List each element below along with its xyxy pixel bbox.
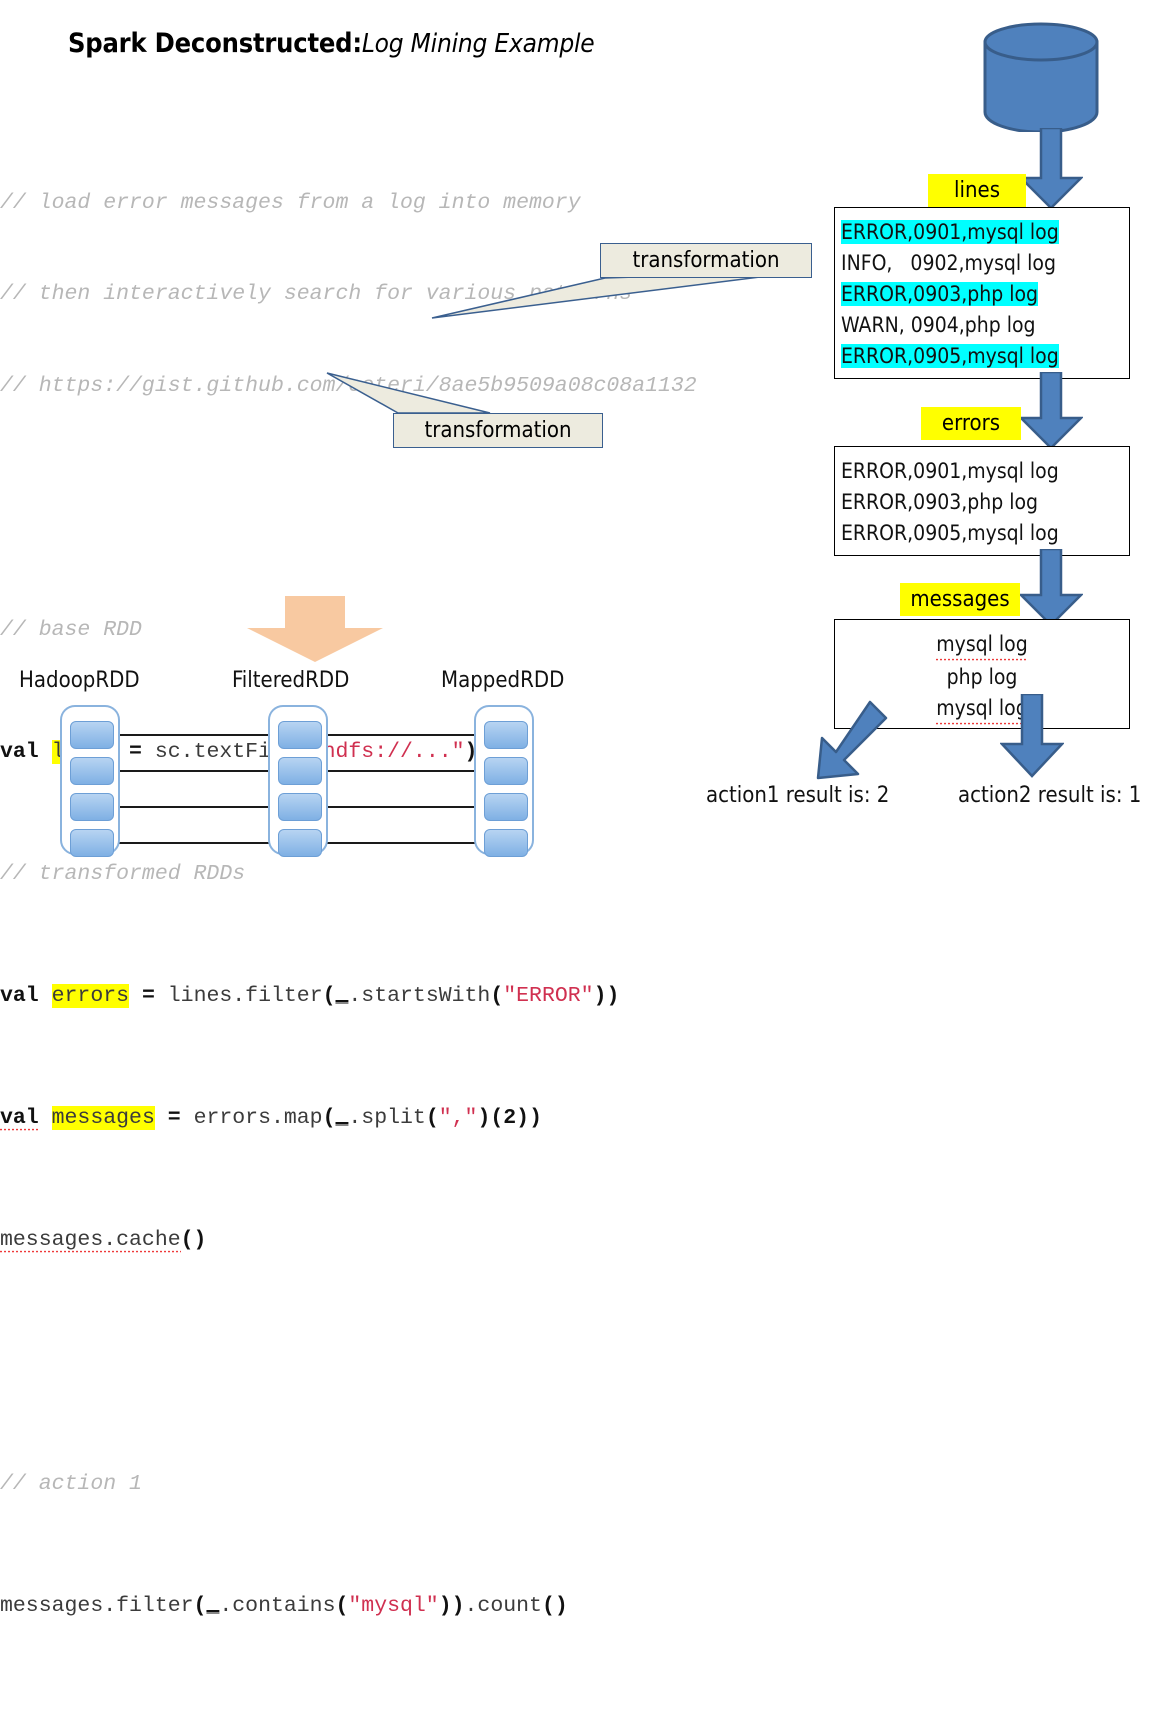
rdd-partition	[278, 829, 322, 857]
rdd-column-hadooprdd	[60, 705, 120, 855]
rdd-label-filteredrdd: FilteredRDD	[232, 668, 349, 693]
tag-lines: lines	[928, 174, 1026, 207]
databox-row: WARN, 0904,php log	[841, 310, 1129, 341]
arrow-lines-to-errors-icon	[1019, 372, 1083, 450]
rdd-label-hadooprdd: HadoopRDD	[19, 668, 140, 693]
databox-row: ERROR,0901,mysql log	[841, 456, 1129, 487]
code-block: // load error messages from a log into m…	[0, 96, 830, 1716]
slide-canvas: Spark Deconstructed:Log Mining Example /…	[0, 0, 1152, 858]
var-errors: errors	[52, 984, 129, 1008]
code-line-comment-base-rdd: // base RDD	[0, 615, 830, 646]
callout-transformation-1: transformation	[600, 243, 812, 278]
arrow-source-to-lines-icon	[1019, 128, 1083, 210]
databox-row: INFO, 0902,mysql log	[841, 248, 1129, 279]
callout-label-2: transformation	[424, 418, 571, 443]
code-line-comment-1: // load error messages from a log into m…	[0, 188, 830, 219]
code-line-val-messages: val messages = errors.map(_.split(",")(2…	[0, 1103, 830, 1134]
rdd-partition	[70, 757, 114, 785]
databox-row: ERROR,0905,mysql log	[841, 341, 1129, 372]
code-line-cache: messages.cache()	[0, 1225, 830, 1256]
rdd-partition	[484, 829, 528, 857]
databox-lines: ERROR,0901,mysql log INFO, 0902,mysql lo…	[834, 207, 1130, 379]
code-line-comment-2: // then interactively search for various…	[0, 279, 830, 310]
code-line-comment-3: // https://gist.github.com/ceteri/8ae5b9…	[0, 371, 830, 402]
callout-label-1: transformation	[632, 248, 779, 273]
code-line-comment-action1: // action 1	[0, 1469, 830, 1500]
databox-row: mysql log	[936, 629, 1027, 662]
tag-messages: messages	[900, 583, 1020, 616]
rdd-label-mappedrdd: MappedRDD	[441, 668, 564, 693]
callout-transformation-2: transformation	[393, 413, 603, 448]
arrow-messages-to-action2-icon	[1000, 694, 1064, 778]
keyword-val-2: val	[0, 984, 39, 1008]
rdd-column-filteredrdd	[268, 705, 328, 855]
rdd-partition	[484, 721, 528, 749]
rdd-partition	[484, 793, 528, 821]
page-title: Spark Deconstructed:Log Mining Example	[68, 28, 594, 59]
databox-row: php log	[835, 662, 1129, 693]
rdd-partition	[70, 721, 114, 749]
arrow-messages-to-action1-icon	[808, 700, 888, 782]
rdd-partition	[278, 721, 322, 749]
databox-row: ERROR,0903,php log	[841, 279, 1129, 310]
title-bold: Spark Deconstructed:	[68, 28, 362, 59]
title-italic: Log Mining Example	[362, 29, 595, 59]
action2-result-text: action2 result is: 1	[958, 783, 1141, 808]
rdd-lineage-diagram: HadoopRDD FilteredRDD MappedRDD	[0, 660, 600, 858]
code-line-blank-1	[0, 493, 830, 524]
rdd-partition	[278, 793, 322, 821]
rdd-column-mappedrdd	[474, 705, 534, 855]
code-line-blank-2	[0, 1347, 830, 1378]
rdd-partition	[484, 757, 528, 785]
keyword-val-3: val	[0, 1106, 39, 1132]
rdd-partition	[278, 757, 322, 785]
tag-errors: errors	[921, 407, 1021, 440]
code-line-comment-transformed: // transformed RDDs	[0, 859, 830, 890]
var-messages: messages	[52, 1106, 155, 1130]
code-line-blank-3	[0, 1713, 830, 1716]
code-line-val-errors: val errors = lines.filter(_.startsWith("…	[0, 981, 830, 1012]
action1-result-text: action1 result is: 2	[706, 783, 889, 808]
databox-errors: ERROR,0901,mysql log ERROR,0903,php log …	[834, 446, 1130, 556]
rdd-partition	[70, 829, 114, 857]
rdd-partition	[70, 793, 114, 821]
databox-row: ERROR,0903,php log	[841, 487, 1129, 518]
arrow-errors-to-messages-icon	[1019, 549, 1083, 627]
orange-down-arrow-icon	[247, 596, 383, 662]
code-line-action1: messages.filter(_.contains("mysql")).cou…	[0, 1591, 830, 1622]
databox-row: ERROR,0901,mysql log	[841, 217, 1129, 248]
database-cylinder-icon	[982, 22, 1100, 132]
databox-row: ERROR,0905,mysql log	[841, 518, 1129, 549]
